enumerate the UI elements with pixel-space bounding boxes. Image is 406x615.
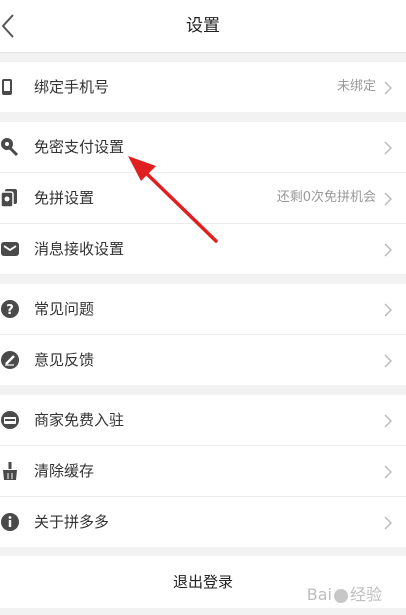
faq-item[interactable]: ? 常见问题: [0, 284, 406, 334]
message-settings-label: 消息接收设置: [34, 240, 125, 258]
chevron-right-icon: [384, 516, 392, 530]
clear-cache-item[interactable]: 清除缓存: [0, 445, 406, 496]
about-label: 关于拼多多: [34, 513, 110, 531]
svg-text:?: ?: [6, 303, 14, 318]
merchant-join-label: 商家免费入驻: [34, 411, 125, 429]
nav-header: 设置: [0, 0, 406, 53]
faq-label: 常见问题: [34, 300, 95, 318]
chevron-right-icon: [384, 192, 392, 206]
info-icon: [1, 513, 19, 531]
page-title: 设置: [186, 16, 220, 36]
watermark-text: Bai: [306, 585, 332, 604]
free-group-icon: [0, 189, 17, 208]
bind-phone-label: 绑定手机号: [34, 78, 110, 96]
feedback-item[interactable]: 意见反馈: [0, 334, 406, 385]
broom-icon: [3, 462, 17, 480]
chevron-right-icon: [384, 465, 392, 479]
message-settings-item[interactable]: 消息接收设置: [0, 223, 406, 274]
pencil-icon: [1, 351, 19, 369]
clear-cache-label: 清除缓存: [34, 462, 95, 480]
question-icon: ?: [1, 300, 19, 318]
chevron-right-icon: [384, 141, 392, 155]
password-free-pay-item[interactable]: 免密支付设置: [0, 122, 406, 172]
baidu-watermark: Bai 经验: [307, 581, 382, 605]
key-icon: [1, 138, 19, 157]
password-free-pay-label: 免密支付设置: [34, 138, 125, 156]
chevron-right-icon: [384, 303, 392, 317]
settings-group-payment: 免密支付设置 免拼设置 还剩0次免拼机会 消息接收设置: [0, 122, 406, 274]
chevron-right-icon: [384, 414, 392, 428]
chevron-right-icon: [384, 81, 392, 95]
phone-icon: [2, 79, 12, 95]
mail-icon: [1, 242, 19, 256]
feedback-label: 意见反馈: [34, 351, 95, 369]
bind-phone-status: 未绑定: [336, 79, 376, 94]
free-group-item[interactable]: 免拼设置 还剩0次免拼机会: [0, 172, 406, 223]
settings-group-account: 绑定手机号 未绑定: [0, 62, 406, 112]
store-icon: [1, 411, 19, 429]
chevron-right-icon: [384, 243, 392, 257]
settings-group-about: 商家免费入驻 清除缓存 关于拼多多: [0, 395, 406, 547]
free-group-label: 免拼设置: [34, 189, 95, 207]
settings-group-help: ? 常见问题 意见反馈: [0, 284, 406, 385]
bind-phone-item[interactable]: 绑定手机号 未绑定: [0, 62, 406, 112]
chevron-right-icon: [384, 354, 392, 368]
free-group-remaining: 还剩0次免拼机会: [276, 190, 376, 205]
about-item[interactable]: 关于拼多多: [0, 496, 406, 547]
watermark-suffix: 经验: [349, 585, 382, 604]
paw-icon: [333, 588, 348, 603]
merchant-join-item[interactable]: 商家免费入驻: [0, 395, 406, 445]
